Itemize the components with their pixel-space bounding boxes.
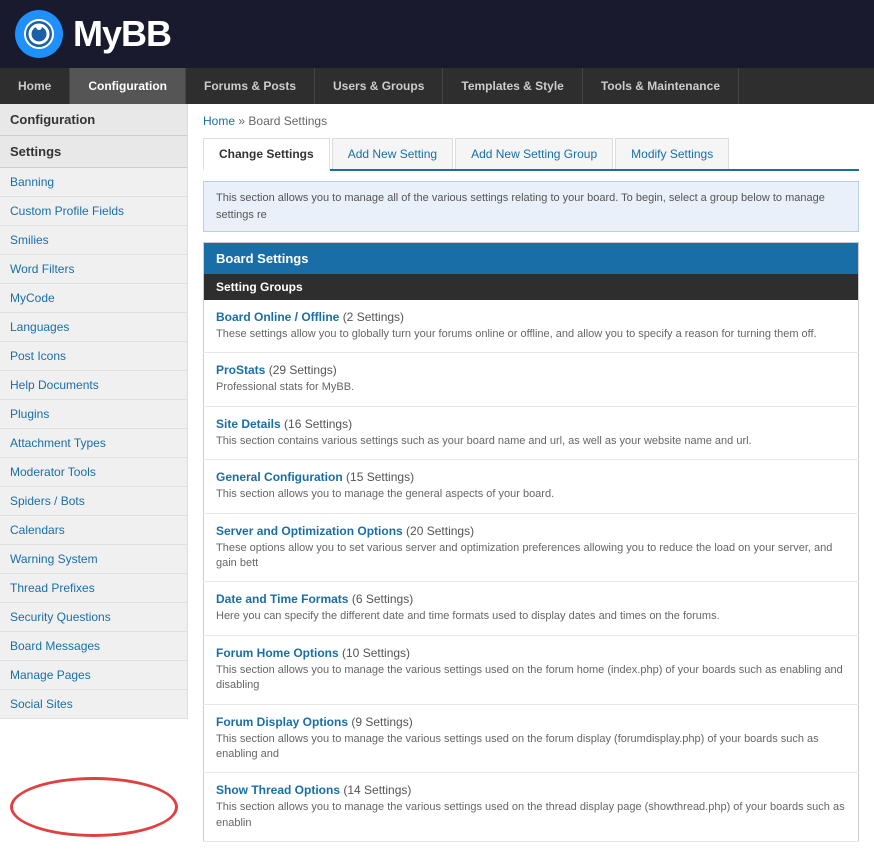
setting-count-prostats: (29 Settings) [269,363,337,377]
setting-row-general-configuration: General Configuration (15 Settings) This… [204,460,859,513]
setting-count-forum-display-options: (9 Settings) [351,715,412,729]
sidebar-item-thread-prefixes[interactable]: Thread Prefixes [0,574,187,603]
sidebar-item-banning[interactable]: Banning [0,168,187,197]
nav-forums-posts[interactable]: Forums & Posts [186,68,315,104]
sidebar-item-help-documents[interactable]: Help Documents [0,371,187,400]
main-nav: Home Configuration Forums & Posts Users … [0,68,874,104]
setting-row-site-details: Site Details (16 Settings) This section … [204,406,859,459]
sidebar-item-word-filters[interactable]: Word Filters [0,255,187,284]
sidebar-item-security-questions[interactable]: Security Questions [0,603,187,632]
setting-link-server-optimization[interactable]: Server and Optimization Options [216,524,403,538]
oval-highlight [10,777,178,837]
setting-desc-forum-display-options: This section allows you to manage the va… [216,732,846,763]
setting-desc-board-online-offline: These settings allow you to globally tur… [216,327,846,342]
sidebar: Configuration Settings Banning Custom Pr… [0,104,188,719]
setting-count-show-thread-options: (14 Settings) [343,783,411,797]
breadcrumb-current: Board Settings [248,114,327,128]
tab-change-settings[interactable]: Change Settings [203,138,330,171]
setting-link-board-online-offline[interactable]: Board Online / Offline [216,310,339,324]
tab-add-new-setting-group[interactable]: Add New Setting Group [455,138,613,169]
sidebar-item-calendars[interactable]: Calendars [0,516,187,545]
sidebar-section-configuration: Configuration [0,104,187,136]
tab-bar: Change Settings Add New Setting Add New … [203,138,859,171]
setting-desc-prostats: Professional stats for MyBB. [216,380,846,395]
sidebar-item-manage-pages[interactable]: Manage Pages [0,661,187,690]
breadcrumb-separator-char: » [238,114,245,128]
sidebar-item-social-sites[interactable]: Social Sites [0,690,187,719]
setting-row-server-optimization: Server and Optimization Options (20 Sett… [204,513,859,582]
setting-desc-site-details: This section contains various settings s… [216,434,846,449]
settings-subheader: Setting Groups [204,274,859,300]
nav-tools-maintenance[interactable]: Tools & Maintenance [583,68,739,104]
setting-link-general-configuration[interactable]: General Configuration [216,470,343,484]
setting-desc-general-configuration: This section allows you to manage the ge… [216,487,846,502]
setting-count-general-configuration: (15 Settings) [346,470,414,484]
setting-link-show-thread-options[interactable]: Show Thread Options [216,783,340,797]
setting-desc-date-time-formats: Here you can specify the different date … [216,609,846,624]
tab-modify-settings[interactable]: Modify Settings [615,138,729,169]
setting-row-forum-display-options: Forum Display Options (9 Settings) This … [204,704,859,773]
sidebar-item-warning-system[interactable]: Warning System [0,545,187,574]
setting-row-prostats: ProStats (29 Settings) Professional stat… [204,353,859,406]
setting-row-board-online-offline: Board Online / Offline (2 Settings) Thes… [204,300,859,353]
setting-count-board-online-offline: (2 Settings) [343,310,404,324]
sidebar-item-smilies[interactable]: Smilies [0,226,187,255]
sidebar-item-plugins[interactable]: Plugins [0,400,187,429]
settings-panel-title: Board Settings [204,243,859,275]
setting-row-date-time-formats: Date and Time Formats (6 Settings) Here … [204,582,859,635]
content-area: Home » Board Settings Change Settings Ad… [188,104,874,852]
header: MyBB [0,0,874,68]
setting-count-site-details: (16 Settings) [284,417,352,431]
sidebar-item-spiders-bots[interactable]: Spiders / Bots [0,487,187,516]
setting-row-show-thread-options: Show Thread Options (14 Settings) This s… [204,773,859,842]
setting-link-date-time-formats[interactable]: Date and Time Formats [216,592,348,606]
breadcrumb: Home » Board Settings [203,114,859,128]
nav-templates-style[interactable]: Templates & Style [443,68,582,104]
sidebar-item-custom-profile-fields[interactable]: Custom Profile Fields [0,197,187,226]
nav-configuration[interactable]: Configuration [70,68,186,104]
info-box: This section allows you to manage all of… [203,181,859,232]
setting-link-forum-home-options[interactable]: Forum Home Options [216,646,339,660]
sidebar-section-settings: Settings [0,136,187,168]
sidebar-item-mycode[interactable]: MyCode [0,284,187,313]
setting-link-prostats[interactable]: ProStats [216,363,265,377]
sidebar-item-board-messages[interactable]: Board Messages [0,632,187,661]
setting-desc-server-optimization: These options allow you to set various s… [216,541,846,572]
sidebar-item-attachment-types[interactable]: Attachment Types [0,429,187,458]
setting-desc-forum-home-options: This section allows you to manage the va… [216,663,846,694]
sidebar-item-moderator-tools[interactable]: Moderator Tools [0,458,187,487]
nav-home[interactable]: Home [0,68,70,104]
logo-area: MyBB [15,10,171,58]
setting-count-date-time-formats: (6 Settings) [352,592,413,606]
setting-link-site-details[interactable]: Site Details [216,417,281,431]
setting-count-forum-home-options: (10 Settings) [342,646,410,660]
tab-add-new-setting[interactable]: Add New Setting [332,138,453,169]
breadcrumb-home[interactable]: Home [203,114,235,128]
main-layout: Configuration Settings Banning Custom Pr… [0,104,874,852]
setting-row-forum-home-options: Forum Home Options (10 Settings) This se… [204,635,859,704]
sidebar-item-languages[interactable]: Languages [0,313,187,342]
setting-link-forum-display-options[interactable]: Forum Display Options [216,715,348,729]
nav-users-groups[interactable]: Users & Groups [315,68,443,104]
sidebar-wrapper: Configuration Settings Banning Custom Pr… [0,104,188,852]
logo-text: MyBB [73,13,171,55]
logo-icon [15,10,63,58]
setting-desc-show-thread-options: This section allows you to manage the va… [216,800,846,831]
setting-count-server-optimization: (20 Settings) [406,524,474,538]
sidebar-item-post-icons[interactable]: Post Icons [0,342,187,371]
settings-table: Board Settings Setting Groups Board Onli… [203,242,859,842]
